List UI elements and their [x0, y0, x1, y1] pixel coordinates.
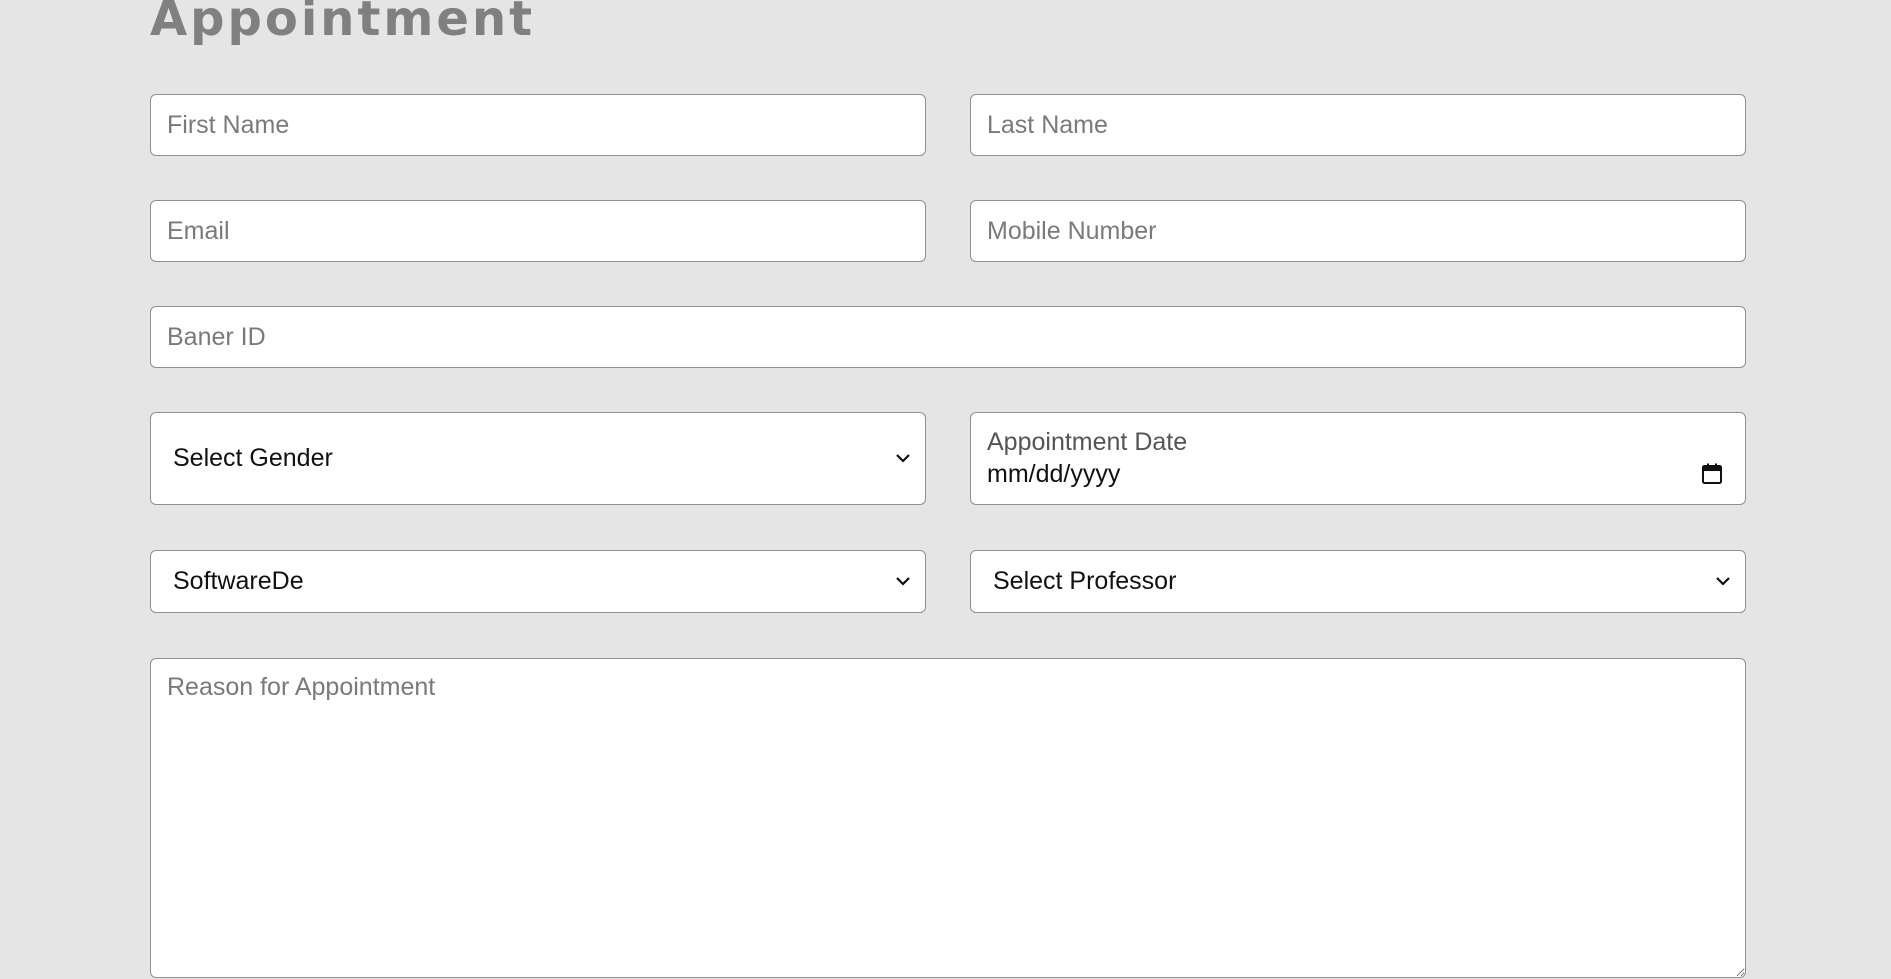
chevron-down-icon [1713, 572, 1733, 592]
appointment-page: Appointment Select Gender Appointment Da… [0, 0, 1891, 979]
appointment-date-value: mm/dd/yyyy [987, 460, 1121, 488]
email-input[interactable] [150, 200, 926, 262]
gender-select-value: Select Gender [173, 444, 333, 472]
last-name-input[interactable] [970, 94, 1746, 156]
professor-select[interactable]: Select Professor [970, 550, 1746, 613]
appointment-date-label: Appointment Date [987, 428, 1188, 456]
page-title: Appointment [150, 0, 536, 47]
professor-select-value: Select Professor [993, 567, 1177, 595]
first-name-input[interactable] [150, 94, 926, 156]
calendar-icon[interactable] [1699, 461, 1725, 487]
chevron-down-icon [893, 449, 913, 469]
appointment-date-input[interactable]: Appointment Date mm/dd/yyyy [970, 412, 1746, 505]
department-select[interactable]: SoftwareDe [150, 550, 926, 613]
reason-textarea[interactable] [150, 658, 1746, 978]
chevron-down-icon [893, 572, 913, 592]
banner-id-input[interactable] [150, 306, 1746, 368]
gender-select[interactable]: Select Gender [150, 412, 926, 505]
department-select-value: SoftwareDe [173, 567, 304, 595]
mobile-number-input[interactable] [970, 200, 1746, 262]
